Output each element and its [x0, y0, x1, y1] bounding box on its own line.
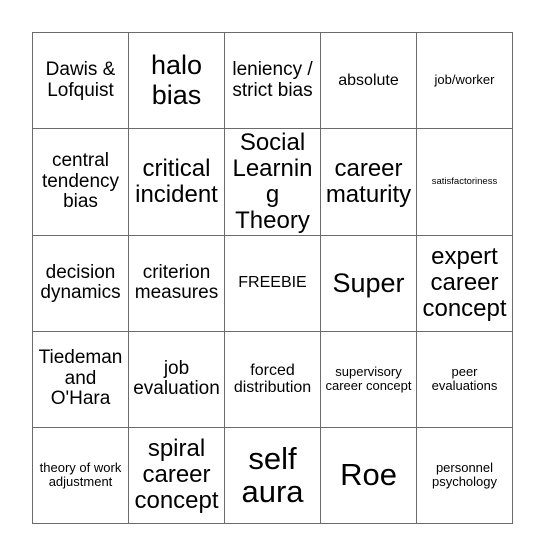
bingo-cell-r5c4[interactable]: Roe [320, 426, 417, 524]
bingo-card: Dawis & Lofquist halo bias leniency / st… [32, 32, 513, 524]
bingo-cell-r1c3[interactable]: leniency / strict bias [224, 32, 321, 129]
bingo-cell-label: Super [332, 267, 405, 298]
bingo-cell-label: decision dynamics [40, 261, 121, 304]
bingo-cell-r5c1[interactable]: theory of work adjustment [32, 426, 129, 524]
bingo-cell-label: Tiedeman and O'Hara [38, 347, 123, 410]
bingo-cell-label: job evaluation [133, 357, 220, 400]
bingo-cell-r3c2[interactable]: criterion measures [128, 234, 225, 332]
bingo-cell-label: job/worker [434, 72, 495, 88]
bingo-card-body: Dawis & Lofquist halo bias leniency / st… [32, 32, 513, 524]
bingo-cell-label: expert career concept [422, 243, 507, 323]
bingo-cell-label: satisfactoriness [431, 175, 498, 187]
bingo-cell-r5c3[interactable]: self aura [224, 426, 321, 524]
bingo-cell-r3c1[interactable]: decision dynamics [32, 234, 129, 332]
bingo-row: theory of work adjustment spiral career … [32, 426, 513, 524]
bingo-cell-label: Roe [340, 457, 397, 493]
bingo-cell-label: career maturity [325, 154, 412, 208]
bingo-cell-r3c4[interactable]: Super [320, 234, 417, 332]
bingo-cell-r5c5[interactable]: personnel psychology [416, 426, 513, 524]
bingo-cell-label: halo bias [150, 50, 203, 110]
bingo-cell-label: Dawis & Lofquist [45, 58, 116, 101]
bingo-cell-label: central tendency bias [41, 150, 120, 213]
bingo-cell-r4c3[interactable]: forced distribution [224, 330, 321, 428]
bingo-cell-r2c3[interactable]: Social Learning Theory [224, 128, 321, 236]
bingo-cell-r2c1[interactable]: central tendency bias [32, 128, 129, 236]
bingo-cell-label: self aura [241, 440, 304, 510]
bingo-cell-label: critical incident [135, 154, 218, 208]
bingo-cell-r1c4[interactable]: absolute [320, 32, 417, 129]
bingo-cell-label: Social Learning Theory [232, 129, 313, 234]
bingo-row: Dawis & Lofquist halo bias leniency / st… [32, 32, 513, 129]
bingo-cell-label: theory of work adjustment [39, 460, 122, 490]
bingo-cell-label: criterion measures [134, 261, 219, 304]
bingo-cell-label: leniency / strict bias [232, 58, 313, 101]
bingo-cell-r4c5[interactable]: peer evaluations [416, 330, 513, 428]
bingo-cell-r1c5[interactable]: job/worker [416, 32, 513, 129]
bingo-row: central tendency bias critical incident … [32, 128, 513, 236]
bingo-cell-r3c5[interactable]: expert career concept [416, 234, 513, 332]
bingo-cell-r2c2[interactable]: critical incident [128, 128, 225, 236]
bingo-cell-label: supervisory career concept [325, 364, 412, 394]
bingo-cell-label: absolute [338, 71, 399, 89]
bingo-cell-r5c2[interactable]: spiral career concept [128, 426, 225, 524]
bingo-cell-r4c4[interactable]: supervisory career concept [320, 330, 417, 428]
bingo-row: Tiedeman and O'Hara job evaluation force… [32, 330, 513, 428]
bingo-cell-r4c2[interactable]: job evaluation [128, 330, 225, 428]
bingo-cell-r2c5[interactable]: satisfactoriness [416, 128, 513, 236]
bingo-cell-r4c1[interactable]: Tiedeman and O'Hara [32, 330, 129, 428]
bingo-cell-r1c2[interactable]: halo bias [128, 32, 225, 129]
bingo-cell-r2c4[interactable]: career maturity [320, 128, 417, 236]
bingo-cell-label: forced distribution [233, 361, 312, 397]
bingo-cell-free-space[interactable]: FREEBIE [224, 234, 321, 332]
bingo-row: decision dynamics criterion measures FRE… [32, 234, 513, 332]
bingo-cell-label: FREEBIE [238, 274, 307, 292]
bingo-cell-label: personnel psychology [431, 460, 498, 490]
bingo-cell-r1c1[interactable]: Dawis & Lofquist [32, 32, 129, 129]
bingo-cell-label: peer evaluations [431, 364, 498, 394]
bingo-cell-label: spiral career concept [134, 435, 219, 515]
